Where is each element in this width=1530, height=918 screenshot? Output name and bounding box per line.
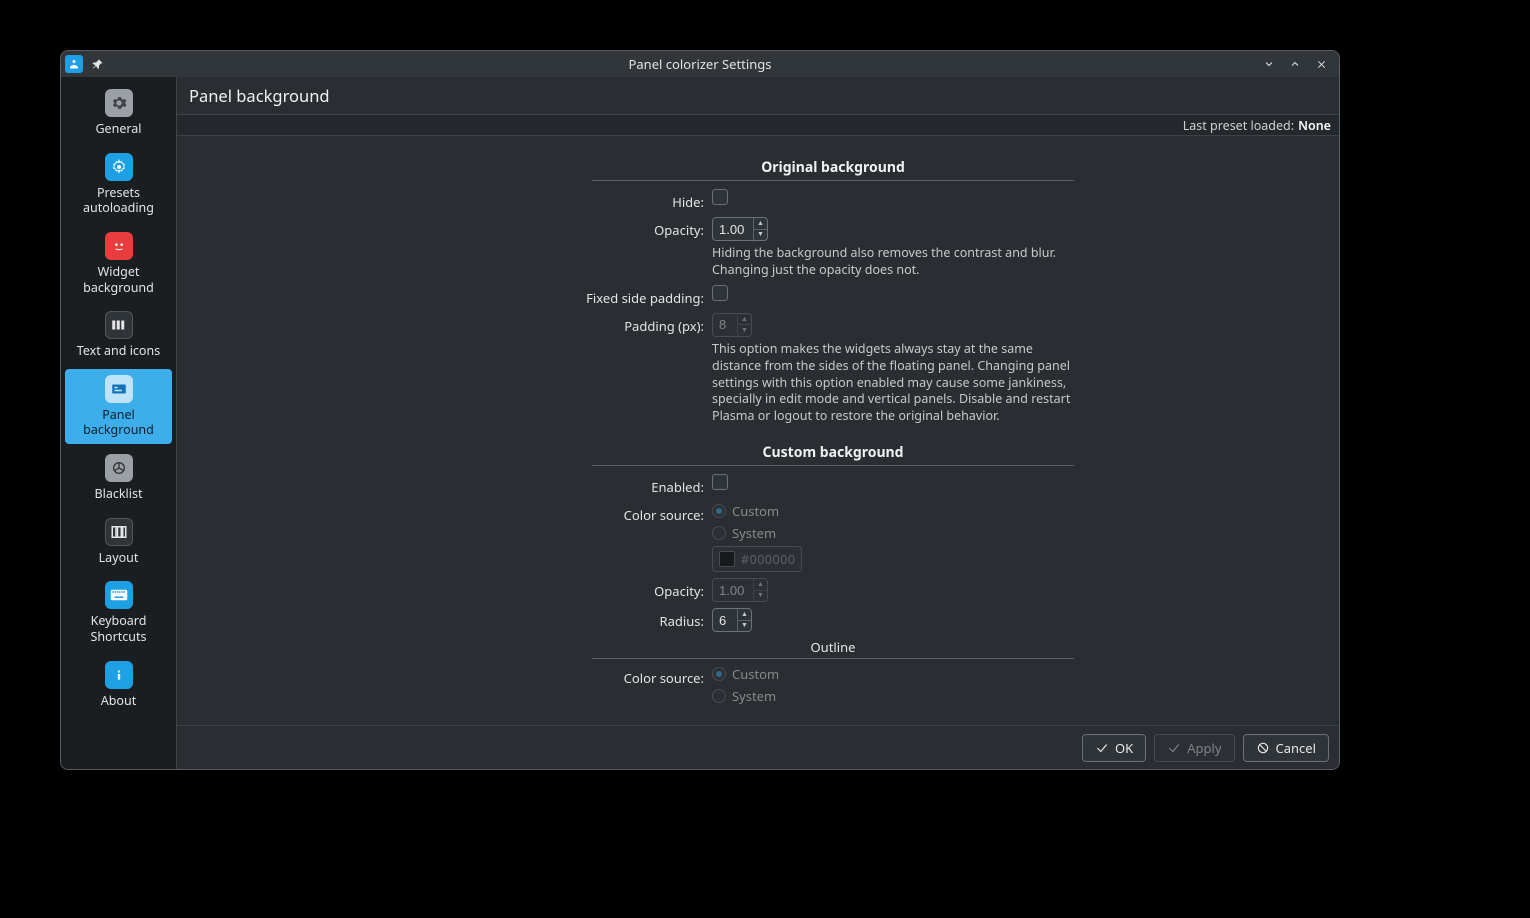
radio-label: System — [732, 524, 776, 542]
sidebar-item-keyboard[interactable]: Keyboard Shortcuts — [65, 575, 172, 650]
sidebar-item-general[interactable]: General — [65, 83, 172, 143]
color-source-custom-radio — [712, 504, 726, 518]
button-label: OK — [1115, 739, 1133, 757]
opacity-input[interactable] — [713, 218, 753, 240]
radio-label: Custom — [732, 502, 779, 520]
custom-opacity-input — [713, 579, 753, 601]
panel-icon — [105, 375, 133, 403]
settings-window: Panel colorizer Settings General — [60, 50, 1340, 770]
sidebar-item-label: General — [95, 121, 141, 137]
sidebar-item-layout[interactable]: Layout — [65, 512, 172, 572]
enabled-checkbox[interactable] — [712, 474, 728, 490]
color-source-system-radio — [712, 526, 726, 540]
radio-label: System — [732, 687, 776, 705]
padding-input — [713, 314, 737, 336]
fixed-side-padding-label: Fixed side padding: — [378, 285, 712, 307]
app-icon — [65, 55, 83, 73]
custom-opacity-label: Opacity: — [378, 578, 712, 600]
keyboard-icon — [105, 581, 133, 609]
close-button[interactable] — [1313, 56, 1329, 72]
color-swatch-icon — [719, 551, 735, 567]
text-icon — [105, 311, 133, 339]
sidebar-item-panel-background[interactable]: Panel background — [65, 369, 172, 444]
ok-button[interactable]: OK — [1082, 734, 1146, 762]
section-original-title: Original background — [592, 158, 1074, 181]
sidebar-item-label: Keyboard Shortcuts — [67, 613, 170, 644]
radius-input[interactable] — [713, 609, 737, 631]
footer: OK Apply Cancel — [177, 725, 1339, 769]
fixed-side-padding-checkbox[interactable] — [712, 285, 728, 301]
opacity-help: Hiding the background also removes the c… — [712, 245, 1078, 279]
main-pane: Panel background Last preset loaded: Non… — [177, 77, 1339, 769]
pin-button[interactable] — [89, 55, 107, 73]
preset-value: None — [1298, 117, 1331, 134]
radius-label: Radius: — [378, 608, 712, 630]
spin-down-icon[interactable]: ▼ — [738, 621, 751, 632]
gear-icon — [105, 89, 133, 117]
radio-label: Custom — [732, 665, 779, 683]
color-source-label: Color source: — [378, 502, 712, 524]
cancel-button[interactable]: Cancel — [1243, 734, 1329, 762]
spin-up-icon: ▲ — [754, 579, 767, 591]
sidebar-item-label: Layout — [99, 550, 139, 566]
color-picker: #000000 — [712, 546, 802, 572]
spin-down-icon: ▼ — [754, 591, 767, 602]
apply-button: Apply — [1154, 734, 1234, 762]
sidebar-item-about[interactable]: About — [65, 655, 172, 715]
info-icon — [105, 661, 133, 689]
outline-color-custom-radio — [712, 667, 726, 681]
titlebar: Panel colorizer Settings — [61, 51, 1339, 77]
hide-label: Hide: — [378, 189, 712, 211]
sidebar-item-blacklist[interactable]: Blacklist — [65, 448, 172, 508]
layout-icon — [105, 518, 133, 546]
sidebar-item-text-icons[interactable]: Text and icons — [65, 305, 172, 365]
minimize-button[interactable] — [1261, 56, 1277, 72]
sidebar-item-presets[interactable]: Presets autoloading — [65, 147, 172, 222]
window-title: Panel colorizer Settings — [61, 55, 1339, 73]
page-title: Panel background — [177, 77, 1339, 114]
sidebar-item-label: Presets autoloading — [67, 185, 170, 216]
spin-up-icon: ▲ — [738, 314, 751, 326]
sidebar-item-label: Blacklist — [95, 486, 143, 502]
custom-opacity-spinbox: ▲ ▼ — [712, 578, 768, 602]
padding-help: This option makes the widgets always sta… — [712, 341, 1078, 425]
preset-label: Last preset loaded: — [1183, 117, 1294, 134]
padding-label: Padding (px): — [378, 313, 712, 335]
enabled-label: Enabled: — [378, 474, 712, 496]
button-label: Cancel — [1276, 739, 1316, 757]
color-hex: #000000 — [741, 551, 795, 568]
preset-bar: Last preset loaded: None — [177, 114, 1339, 136]
outline-color-source-label: Color source: — [378, 665, 712, 687]
sidebar: General Presets autoloading Widget backg… — [61, 77, 177, 769]
scroll-area[interactable]: Original background Hide: Opacity: — [177, 136, 1339, 725]
maximize-button[interactable] — [1287, 56, 1303, 72]
sidebar-item-label: Widget background — [67, 264, 170, 295]
sidebar-item-label: About — [101, 693, 136, 709]
spin-up-icon[interactable]: ▲ — [754, 218, 767, 230]
section-custom-title: Custom background — [592, 443, 1074, 466]
padding-spinbox: ▲ ▼ — [712, 313, 752, 337]
sidebar-item-label: Text and icons — [77, 343, 160, 359]
spin-down-icon: ▼ — [738, 325, 751, 336]
spin-up-icon[interactable]: ▲ — [738, 609, 751, 621]
outline-header: Outline — [592, 638, 1074, 659]
spin-down-icon[interactable]: ▼ — [754, 230, 767, 241]
sidebar-item-label: Panel background — [67, 407, 170, 438]
gear-icon — [105, 153, 133, 181]
hide-checkbox[interactable] — [712, 189, 728, 205]
sidebar-item-widget-background[interactable]: Widget background — [65, 226, 172, 301]
outline-color-system-radio — [712, 689, 726, 703]
opacity-label: Opacity: — [378, 217, 712, 239]
face-icon — [105, 232, 133, 260]
button-label: Apply — [1187, 739, 1221, 757]
steering-icon — [105, 454, 133, 482]
radius-spinbox[interactable]: ▲ ▼ — [712, 608, 752, 632]
opacity-spinbox[interactable]: ▲ ▼ — [712, 217, 768, 241]
